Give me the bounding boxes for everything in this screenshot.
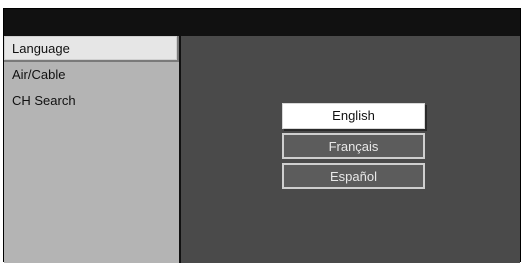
tv-menu-frame: Language Air/Cable CH Search English Fra…	[3, 8, 521, 263]
sidebar-item-air-cable[interactable]: Air/Cable	[4, 62, 179, 88]
sidebar-item-ch-search[interactable]: CH Search	[4, 88, 179, 114]
sidebar-item-language[interactable]: Language	[4, 36, 179, 62]
settings-sidebar: Language Air/Cable CH Search	[4, 36, 181, 263]
language-options-panel: English Français Español	[181, 36, 520, 263]
menu-header-bar	[4, 9, 520, 36]
language-option-espanol[interactable]: Español	[282, 163, 425, 189]
language-option-english[interactable]: English	[282, 103, 425, 129]
language-option-francais[interactable]: Français	[282, 133, 425, 159]
